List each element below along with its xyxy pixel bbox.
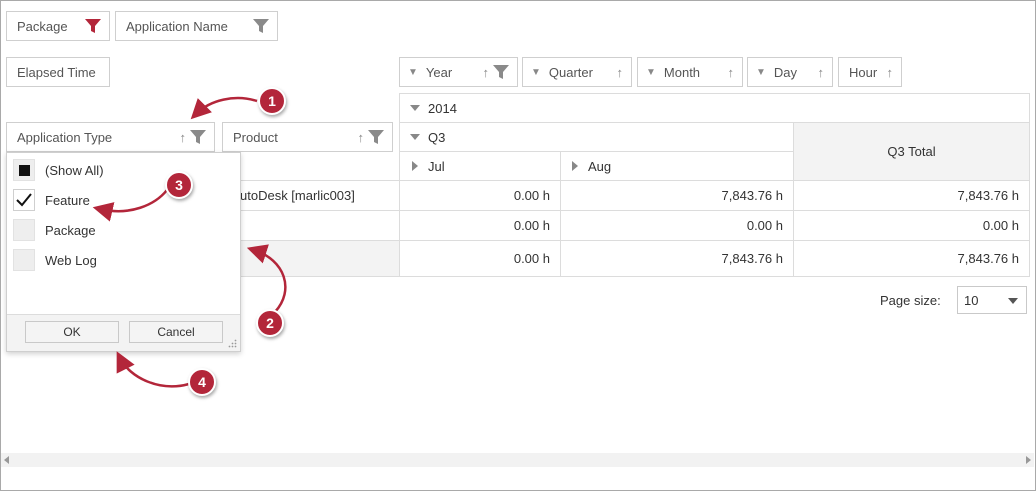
- callout-badge-1: 1: [258, 87, 286, 115]
- annotation-arrows: [92, 96, 287, 388]
- callout-arrow-3: [92, 189, 168, 222]
- scroll-right-icon[interactable]: [1026, 456, 1031, 464]
- callout-badge-3: 3: [165, 171, 193, 199]
- callout-badge-2: 2: [256, 309, 284, 337]
- callout-arrow-1: [190, 96, 258, 120]
- scroll-left-icon[interactable]: [4, 456, 9, 464]
- callout-badge-4: 4: [188, 368, 216, 396]
- callout-arrow-2: [246, 244, 287, 313]
- callout-arrow-4: [116, 351, 190, 388]
- horizontal-scrollbar[interactable]: [1, 453, 1034, 467]
